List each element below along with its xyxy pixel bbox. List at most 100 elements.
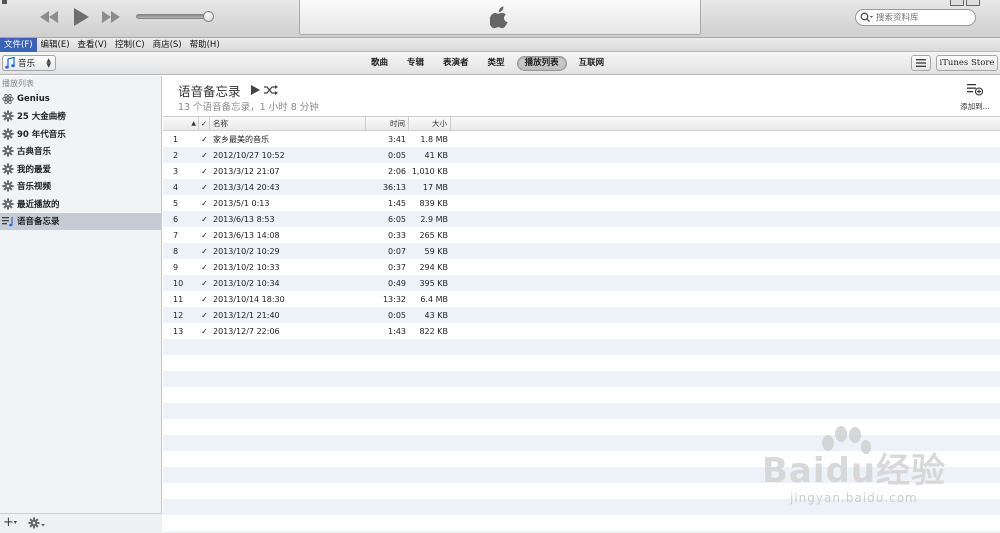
sidebar-item-90s-music[interactable]: 90 年代音乐 (0, 125, 161, 143)
sidebar-item-favorites[interactable]: 我的最爱 (0, 160, 161, 178)
column-header-check[interactable]: ✓ (199, 117, 210, 131)
sidebar-item-top-25[interactable]: 25 大金曲榜 (0, 108, 161, 126)
row-checkbox[interactable]: ✓ (199, 215, 210, 224)
tab-albums[interactable]: 专辑 (400, 56, 431, 71)
table-row[interactable]: 9 ✓ 2013/10/2 10:33 0:37 294 KB (163, 259, 1000, 275)
sidebar-item-music-videos[interactable]: 音乐视频 (0, 178, 161, 196)
row-time: 0:05 (388, 150, 406, 160)
row-size: 59 KB (424, 246, 448, 256)
window-menu-icon[interactable] (0, 0, 10, 6)
tab-playlists[interactable]: 播放列表 (516, 56, 567, 71)
shuffle-button[interactable] (263, 83, 278, 98)
table-header: ▲ ✓ 名称 时间 大小 (163, 116, 1000, 131)
sidebar-item-voice-memos[interactable]: 语音备忘录 (0, 212, 161, 230)
row-checkbox[interactable]: ✓ (199, 295, 210, 304)
menu-controls[interactable]: 控制(C) (111, 38, 149, 52)
add-to-button[interactable]: 添加到... (958, 83, 992, 112)
row-checkbox[interactable]: ✓ (199, 311, 210, 320)
minimize-button[interactable] (950, 0, 964, 6)
table-row[interactable]: 8 ✓ 2013/10/2 10:29 0:07 59 KB (163, 243, 1000, 259)
menu-help[interactable]: 帮助(H) (186, 38, 224, 52)
row-time: 1:43 (388, 326, 406, 336)
list-icon (916, 59, 926, 67)
row-checkbox[interactable]: ✓ (199, 231, 210, 240)
row-checkbox[interactable]: ✓ (199, 151, 210, 160)
genius-atom-icon (2, 93, 14, 105)
next-track-button[interactable] (100, 6, 124, 28)
table-row[interactable]: 6 ✓ 2013/6/13 8:53 6:05 2.9 MB (163, 211, 1000, 227)
volume-knob[interactable] (203, 11, 214, 22)
table-row[interactable]: 3 ✓ 2013/3/12 21:07 2:06 1,010 KB (163, 163, 1000, 179)
row-number: 12 (173, 310, 184, 320)
row-name: 2013/3/14 20:43 (213, 182, 280, 192)
smart-playlist-gear-icon (2, 198, 14, 210)
smart-playlist-gear-icon (2, 180, 14, 192)
table-row[interactable]: 7 ✓ 2013/6/13 14:08 0:33 265 KB (163, 227, 1000, 243)
add-playlist-button[interactable]: +▾ (3, 516, 17, 530)
view-tabs: 歌曲 专辑 表演者 类型 播放列表 互联网 (364, 56, 616, 71)
play-button[interactable] (72, 6, 92, 28)
play-playlist-button[interactable] (250, 83, 260, 98)
list-view-button[interactable] (911, 55, 931, 71)
maximize-button[interactable] (966, 0, 980, 6)
row-time: 0:33 (388, 230, 406, 240)
table-row[interactable]: 5 ✓ 2013/5/1 0:13 1:45 839 KB (163, 195, 1000, 211)
playlist-header: 语音备忘录 (178, 81, 278, 100)
menu-edit[interactable]: 编辑(E) (37, 38, 74, 52)
row-number: 10 (173, 278, 184, 288)
search-input[interactable] (874, 12, 969, 23)
menu-file[interactable]: 文件(F) (0, 37, 37, 52)
column-header-name[interactable]: 名称 (210, 117, 366, 131)
row-checkbox[interactable]: ✓ (199, 247, 210, 256)
empty-row (163, 339, 1000, 355)
row-checkbox[interactable]: ✓ (199, 167, 210, 176)
menu-store[interactable]: 商店(S) (149, 38, 186, 52)
smart-playlist-gear-icon (2, 163, 14, 175)
row-number: 2 (173, 150, 179, 160)
tab-artists[interactable]: 表演者 (436, 56, 476, 71)
row-checkbox[interactable]: ✓ (199, 199, 210, 208)
empty-row (163, 483, 1000, 499)
row-number: 9 (173, 262, 179, 272)
transport-bar (0, 0, 1000, 38)
row-checkbox[interactable]: ✓ (199, 327, 210, 336)
play-icon (74, 8, 89, 26)
sidebar-item-recently-played[interactable]: 最近播放的 (0, 195, 161, 213)
menu-view[interactable]: 查看(V) (74, 38, 111, 52)
row-checkbox[interactable]: ✓ (199, 263, 210, 272)
rewind-icon (40, 11, 58, 23)
tab-genres[interactable]: 类型 (481, 56, 512, 71)
row-number: 5 (173, 198, 179, 208)
tab-internet[interactable]: 互联网 (572, 56, 612, 71)
tab-songs[interactable]: 歌曲 (364, 56, 395, 71)
row-checkbox[interactable]: ✓ (199, 279, 210, 288)
row-checkbox[interactable]: ✓ (199, 135, 210, 144)
library-selector[interactable]: 音乐 ▲ ▼ (2, 55, 56, 71)
table-row[interactable]: 10 ✓ 2013/10/2 10:34 0:49 395 KB (163, 275, 1000, 291)
row-name: 2013/5/1 0:13 (213, 198, 270, 208)
column-header-size[interactable]: 大小 (409, 117, 451, 131)
sort-column-header[interactable]: ▲ (163, 117, 199, 131)
sidebar-item-classical[interactable]: 古典音乐 (0, 143, 161, 161)
table-row[interactable]: 12 ✓ 2013/12/1 21:40 0:05 43 KB (163, 307, 1000, 323)
sidebar-item-label: 90 年代音乐 (17, 129, 66, 140)
settings-gear-button[interactable] (28, 517, 46, 532)
table-row[interactable]: 1 ✓ 家乡最美的音乐 3:41 1.8 MB (163, 131, 1000, 147)
row-size: 1,010 KB (411, 166, 448, 176)
table-row[interactable]: 11 ✓ 2013/10/14 18:30 13:32 6.4 MB (163, 291, 1000, 307)
table-row[interactable]: 13 ✓ 2013/12/7 22:06 1:43 822 KB (163, 323, 1000, 339)
search-field[interactable] (855, 9, 976, 26)
volume-slider[interactable] (136, 11, 214, 22)
row-checkbox[interactable]: ✓ (199, 183, 210, 192)
previous-track-button[interactable] (38, 6, 60, 28)
table-row[interactable]: 4 ✓ 2013/3/14 20:43 36:13 17 MB (163, 179, 1000, 195)
row-size: 43 KB (424, 310, 448, 320)
sidebar-item-genius[interactable]: Genius (0, 90, 161, 108)
library-label: 音乐 (18, 59, 36, 69)
play-icon (250, 85, 260, 95)
column-header-time[interactable]: 时间 (366, 117, 409, 131)
row-number: 11 (173, 294, 184, 304)
itunes-store-button[interactable]: iTunes Store (936, 55, 998, 71)
table-row[interactable]: 2 ✓ 2012/10/27 10:52 0:05 41 KB (163, 147, 1000, 163)
row-name: 2013/10/2 10:29 (213, 246, 280, 256)
